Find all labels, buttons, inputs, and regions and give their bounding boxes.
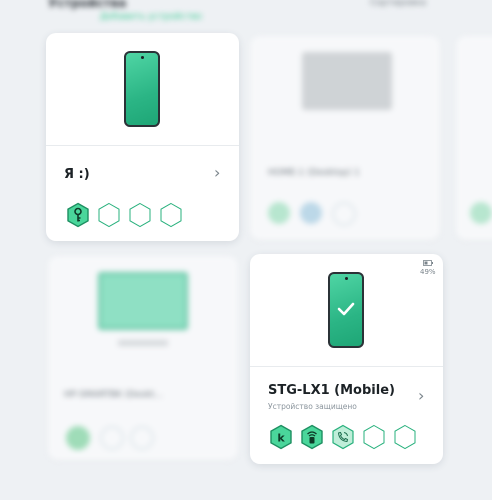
- device-card-my-phone[interactable]: Я :) ›: [46, 33, 239, 241]
- empty-hexagon-icon[interactable]: [158, 202, 184, 228]
- call-filter-icon[interactable]: [330, 424, 356, 450]
- device-card-desktop[interactable]: HOME-1 (Desktop) 1: [250, 36, 440, 240]
- empty-hexagon-icon[interactable]: [361, 424, 387, 450]
- desktop-icon: [302, 52, 392, 110]
- battery-icon: [422, 260, 433, 266]
- status-dot: [66, 426, 90, 450]
- device-image-area: 49%: [250, 254, 443, 367]
- svg-text:k: k: [277, 432, 285, 445]
- key-icon[interactable]: [65, 202, 91, 228]
- battery-indicator: 49%: [420, 260, 436, 276]
- empty-hexagon-icon[interactable]: [392, 424, 418, 450]
- smartphone-icon: [124, 51, 160, 127]
- smartphone-protected-icon: [328, 272, 364, 348]
- status-dot: [470, 202, 492, 224]
- tv-icon: [98, 272, 188, 330]
- tv-stand: [118, 340, 168, 346]
- device-title: Я :): [64, 167, 90, 182]
- status-dot: [130, 426, 154, 450]
- wifi-shield-icon[interactable]: [299, 424, 325, 450]
- status-dot: [300, 202, 322, 224]
- status-dot: [268, 202, 290, 224]
- chevron-right-icon[interactable]: ›: [214, 165, 220, 181]
- device-card-stg-lx1[interactable]: 49% STG-LX1 (Mobile) Устройство защищено…: [250, 254, 443, 464]
- battery-percent: 49%: [420, 268, 436, 276]
- chevron-right-icon[interactable]: ›: [418, 388, 424, 404]
- device-image-area: [46, 33, 239, 146]
- empty-hexagon-icon[interactable]: [127, 202, 153, 228]
- device-title: STG-LX1 (Mobile): [268, 383, 395, 398]
- device-title: HP-SMARTBK (Deskt...: [64, 390, 163, 400]
- add-device-link[interactable]: Добавить устройство: [100, 12, 202, 22]
- page-title: Устройства: [48, 0, 127, 10]
- device-card-tv[interactable]: HP-SMARTBK (Deskt...: [48, 256, 238, 460]
- status-dot: [100, 426, 124, 450]
- sort-button[interactable]: Сортировка: [370, 0, 426, 8]
- checkmark-icon: [337, 302, 355, 316]
- device-status: Устройство защищено: [268, 402, 357, 411]
- device-card-partial[interactable]: [456, 36, 492, 240]
- kaspersky-k-icon[interactable]: k: [268, 424, 294, 450]
- device-title: HOME-1 (Desktop) 1: [268, 168, 360, 178]
- status-dot: [332, 202, 356, 226]
- empty-hexagon-icon[interactable]: [96, 202, 122, 228]
